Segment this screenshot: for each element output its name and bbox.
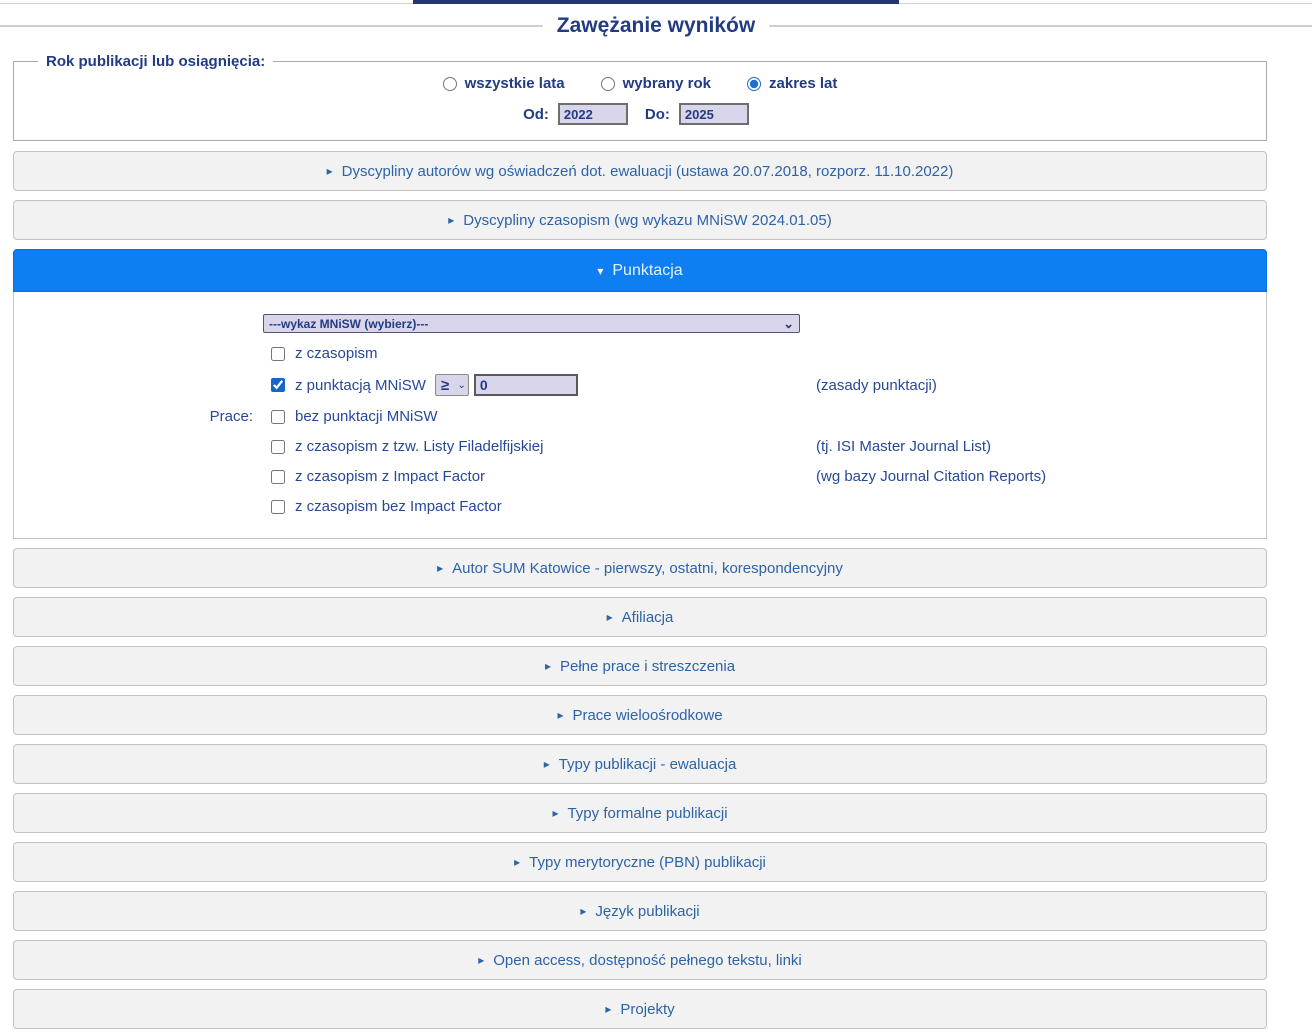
accordion-label: Język publikacji bbox=[595, 903, 699, 920]
accordion-label: Typy formalne publikacji bbox=[567, 805, 727, 822]
mnisw-list-select[interactable]: ---wykaz MNiSW (wybierz)--- bbox=[263, 314, 800, 333]
page-title-row: Zawężanie wyników bbox=[0, 14, 1312, 38]
accordion-label: Projekty bbox=[620, 1001, 674, 1018]
checkbox-label[interactable]: z czasopism z Impact Factor bbox=[295, 468, 485, 485]
checkbox-label[interactable]: z czasopism bbox=[295, 345, 378, 362]
accordion-autor-sum[interactable]: ▸ Autor SUM Katowice - pierwszy, ostatni… bbox=[13, 548, 1267, 588]
punktacja-row: z czasopism bez Impact Factor bbox=[14, 497, 1266, 516]
row-content: z czasopism bez Impact Factor bbox=[263, 498, 816, 515]
year-to-label: Do: bbox=[645, 106, 670, 123]
punktacja-row: Prace: bez punktacji MNiSW bbox=[14, 407, 1266, 426]
points-operator-select[interactable]: ≥ bbox=[435, 374, 469, 396]
accordion-label: Punktacja bbox=[612, 262, 682, 280]
radio-selected-year[interactable]: wybrany rok bbox=[601, 75, 711, 92]
accordion-jezyk-publikacji[interactable]: ▸ Język publikacji bbox=[13, 891, 1267, 931]
accordion-label: Prace wieloośrodkowe bbox=[572, 707, 722, 724]
year-range-row: Od: Do: bbox=[14, 103, 1266, 125]
radio-selected-year-input[interactable] bbox=[601, 77, 615, 91]
year-from-label: Od: bbox=[523, 106, 549, 123]
accordion-label: Open access, dostępność pełnego tekstu, … bbox=[493, 952, 802, 969]
accordion-afiliacja[interactable]: ▸ Afiliacja bbox=[13, 597, 1267, 637]
triangle-right-icon: ▸ bbox=[552, 807, 558, 819]
triangle-right-icon: ▸ bbox=[605, 1003, 611, 1015]
triangle-right-icon: ▸ bbox=[607, 611, 613, 623]
radio-all-years-input[interactable] bbox=[443, 77, 457, 91]
checkbox-label[interactable]: z czasopism z tzw. Listy Filadelfijskiej bbox=[295, 438, 543, 455]
accordion-typy-merytoryczne[interactable]: ▸ Typy merytoryczne (PBN) publikacji bbox=[13, 842, 1267, 882]
punktacja-row: z punktacją MNiSW ≥ ⌄ (zasady punktacji) bbox=[14, 374, 1266, 396]
accordion-projekty[interactable]: ▸ Projekty bbox=[13, 989, 1267, 1029]
accordion-disciplines-journals[interactable]: ▸ Dyscypliny czasopism (wg wykazu MNiSW … bbox=[13, 200, 1267, 240]
triangle-right-icon: ▸ bbox=[327, 165, 333, 177]
accordion-prace-wieloosrodkowe[interactable]: ▸ Prace wieloośrodkowe bbox=[13, 695, 1267, 735]
checkbox-z-punktacja-mnisw[interactable] bbox=[271, 378, 285, 392]
row-content: z czasopism z tzw. Listy Filadelfijskiej bbox=[263, 438, 816, 455]
radio-year-range-label: zakres lat bbox=[769, 75, 837, 92]
accordion-label: Pełne prace i streszczenia bbox=[560, 658, 735, 675]
row-note: (wg bazy Journal Citation Reports) bbox=[816, 468, 1046, 485]
checkbox-z-czasopism[interactable] bbox=[271, 347, 285, 361]
year-filter-fieldset: Rok publikacji lub osiągnięcia: wszystki… bbox=[13, 53, 1267, 141]
checkbox-lista-filadelfijska[interactable] bbox=[271, 440, 285, 454]
accordion-label: Typy merytoryczne (PBN) publikacji bbox=[529, 854, 766, 871]
checkbox-label[interactable]: bez punktacji MNiSW bbox=[295, 408, 438, 425]
triangle-right-icon: ▸ bbox=[557, 709, 563, 721]
title-rule-right bbox=[769, 25, 1312, 27]
triangle-right-icon: ▸ bbox=[437, 562, 443, 574]
mnisw-list-select-row: ---wykaz MNiSW (wybierz)--- ⌄ bbox=[14, 314, 1266, 333]
accordion-open-access[interactable]: ▸ Open access, dostępność pełnego tekstu… bbox=[13, 940, 1267, 980]
triangle-right-icon: ▸ bbox=[448, 214, 454, 226]
triangle-right-icon: ▸ bbox=[514, 856, 520, 868]
prace-label: Prace: bbox=[14, 408, 263, 425]
accordion-punktacja[interactable]: ▾ Punktacja bbox=[13, 249, 1267, 292]
radio-year-range[interactable]: zakres lat bbox=[747, 75, 837, 92]
page-title: Zawężanie wyników bbox=[557, 14, 755, 38]
checkbox-z-impact-factor[interactable] bbox=[271, 470, 285, 484]
row-content: bez punktacji MNiSW bbox=[263, 408, 816, 425]
triangle-right-icon: ▸ bbox=[580, 905, 586, 917]
radio-year-range-input[interactable] bbox=[747, 77, 761, 91]
accordion-label: Dyscypliny czasopism (wg wykazu MNiSW 20… bbox=[463, 212, 831, 229]
accordion-label: Dyscypliny autorów wg oświadczeń dot. ew… bbox=[342, 163, 954, 180]
checkbox-bez-impact-factor[interactable] bbox=[271, 500, 285, 514]
top-divider bbox=[0, 0, 1312, 4]
accordion-pelne-prace[interactable]: ▸ Pełne prace i streszczenia bbox=[13, 646, 1267, 686]
row-note: (tj. ISI Master Journal List) bbox=[816, 438, 991, 455]
operator-select-wrap: ≥ ⌄ bbox=[435, 374, 469, 396]
top-divider-accent bbox=[413, 0, 899, 4]
radio-all-years-label: wszystkie lata bbox=[465, 75, 565, 92]
punktacja-row: z czasopism z Impact Factor (wg bazy Jou… bbox=[14, 467, 1266, 486]
punktacja-row: z czasopism z tzw. Listy Filadelfijskiej… bbox=[14, 437, 1266, 456]
points-rules-link[interactable]: (zasady punktacji) bbox=[816, 377, 937, 394]
points-value-input[interactable] bbox=[474, 374, 578, 396]
triangle-right-icon: ▸ bbox=[545, 660, 551, 672]
triangle-down-icon: ▾ bbox=[597, 265, 603, 277]
punktacja-row: z czasopism bbox=[14, 344, 1266, 363]
row-content: z czasopism z Impact Factor bbox=[263, 468, 816, 485]
year-filter-legend: Rok publikacji lub osiągnięcia: bbox=[38, 53, 273, 70]
radio-selected-year-label: wybrany rok bbox=[623, 75, 711, 92]
year-from-input[interactable] bbox=[558, 103, 628, 125]
accordion-disciplines-authors[interactable]: ▸ Dyscypliny autorów wg oświadczeń dot. … bbox=[13, 151, 1267, 191]
checkbox-bez-punktacji-mnisw[interactable] bbox=[271, 410, 285, 424]
accordion-label: Typy publikacji - ewaluacja bbox=[559, 756, 737, 773]
year-to-input[interactable] bbox=[679, 103, 749, 125]
accordion-typy-publikacji-ewaluacja[interactable]: ▸ Typy publikacji - ewaluacja bbox=[13, 744, 1267, 784]
mnisw-list-select-wrap: ---wykaz MNiSW (wybierz)--- ⌄ bbox=[263, 314, 800, 333]
checkbox-label[interactable]: z czasopism bez Impact Factor bbox=[295, 498, 502, 515]
title-rule-left bbox=[0, 25, 543, 27]
triangle-right-icon: ▸ bbox=[478, 954, 484, 966]
punktacja-panel: ---wykaz MNiSW (wybierz)--- ⌄ z czasopis… bbox=[13, 292, 1267, 539]
accordion-label: Afiliacja bbox=[622, 609, 674, 626]
year-mode-radio-group: wszystkie lata wybrany rok zakres lat bbox=[14, 75, 1266, 92]
triangle-right-icon: ▸ bbox=[544, 758, 550, 770]
row-content: z punktacją MNiSW ≥ ⌄ bbox=[263, 374, 816, 396]
row-content: z czasopism bbox=[263, 345, 816, 362]
accordion-label: Autor SUM Katowice - pierwszy, ostatni, … bbox=[452, 560, 843, 577]
radio-all-years[interactable]: wszystkie lata bbox=[443, 75, 565, 92]
accordion-typy-formalne[interactable]: ▸ Typy formalne publikacji bbox=[13, 793, 1267, 833]
checkbox-label[interactable]: z punktacją MNiSW bbox=[295, 377, 426, 394]
